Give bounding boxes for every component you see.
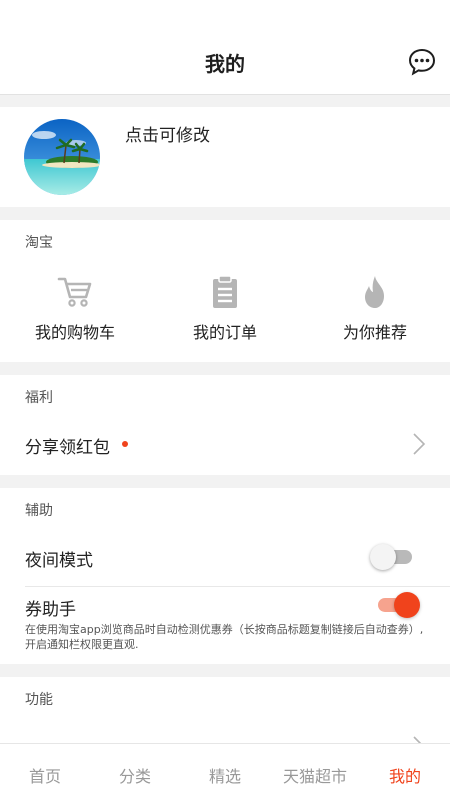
tab-home[interactable]: 首页 <box>0 763 90 787</box>
page-title: 我的 <box>205 52 245 76</box>
share-redpacket-label[interactable]: 分享领红包 <box>25 433 110 458</box>
tab-mine[interactable]: 我的 <box>360 763 450 787</box>
order-label: 我的订单 <box>192 323 257 342</box>
recommend-entry[interactable]: 为你推荐 <box>300 275 450 343</box>
taobao-section: 淘宝 我的购物车 我的订单 为你推荐 <box>0 220 450 362</box>
bottom-tab-bar: 首页 分类 精选 天猫超市 我的 <box>0 743 450 800</box>
recommend-label: 为你推荐 <box>342 323 407 342</box>
row-divider <box>25 586 450 587</box>
coupon-assistant-toggle[interactable] <box>374 592 420 618</box>
tab-category[interactable]: 分类 <box>90 763 180 787</box>
beach-avatar-image <box>24 119 100 195</box>
night-mode-toggle[interactable] <box>370 544 416 570</box>
cart-label: 我的购物车 <box>34 323 115 342</box>
section-title-taobao: 淘宝 <box>25 235 53 251</box>
order-entry[interactable]: 我的订单 <box>150 275 300 343</box>
cart-entry[interactable]: 我的购物车 <box>0 275 150 343</box>
clipboard-icon <box>213 275 237 308</box>
chevron-right-icon[interactable] <box>412 432 426 456</box>
fuli-section: 福利 分享领红包 <box>0 375 450 475</box>
coupon-knob <box>394 592 420 618</box>
fuzhu-section: 辅助 夜间模式 券助手 在使用淘宝app浏览商品时自动检测优惠券（长按商品标题复… <box>0 488 450 664</box>
new-badge-dot <box>122 441 128 447</box>
cart-icon <box>57 277 92 307</box>
section-title-fuzhu: 辅助 <box>25 503 53 519</box>
chat-bubble-icon[interactable] <box>407 47 437 77</box>
section-title-fuli: 福利 <box>25 390 53 406</box>
night-mode-label: 夜间模式 <box>25 551 93 571</box>
profile-name[interactable]: 点击可修改 <box>125 121 210 146</box>
coupon-assistant-label: 券助手 <box>25 600 76 620</box>
profile-card[interactable]: 点击可修改 <box>0 107 450 207</box>
section-title-gongneng: 功能 <box>25 692 53 708</box>
flame-icon <box>365 276 384 308</box>
top-bar: 我的 <box>0 0 450 95</box>
coupon-assistant-description: 在使用淘宝app浏览商品时自动检测优惠券（长按商品标题复制链接后自动查券）,开启… <box>25 623 424 651</box>
tab-featured[interactable]: 精选 <box>180 763 270 787</box>
night-mode-knob <box>370 544 396 570</box>
avatar[interactable] <box>24 119 100 195</box>
tab-tmall-market[interactable]: 天猫超市 <box>270 763 360 787</box>
